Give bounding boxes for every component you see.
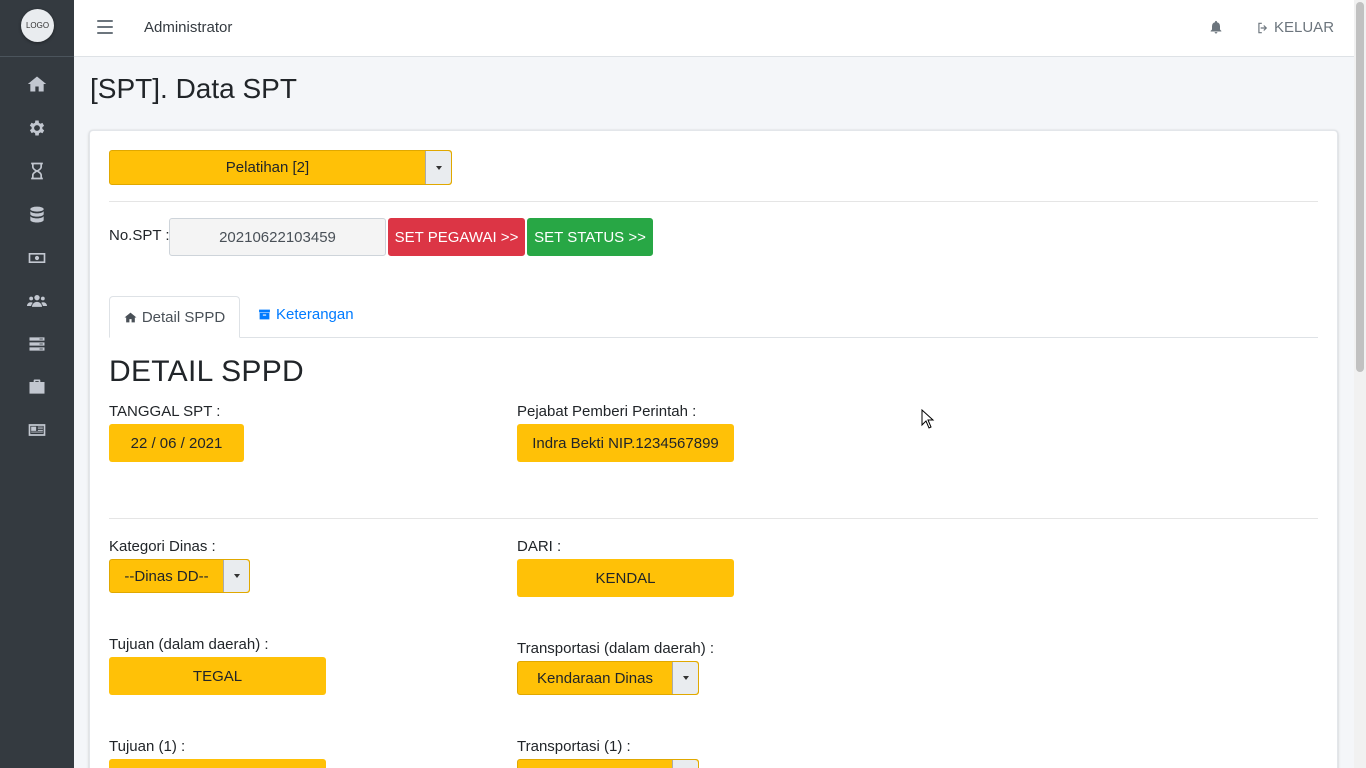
server-icon[interactable] bbox=[25, 332, 49, 356]
kategori-dinas-label: Kategori Dinas : bbox=[109, 538, 216, 555]
kategori-spt-value: Pelatihan [2] bbox=[225, 159, 310, 176]
hourglass-icon[interactable] bbox=[25, 159, 49, 183]
sidebar-divider bbox=[0, 56, 74, 57]
transportasi-dalam-select[interactable]: Kendaraan Dinas bbox=[517, 661, 699, 695]
gear-icon[interactable] bbox=[25, 116, 49, 140]
section-title: DETAIL SPPD bbox=[109, 355, 305, 388]
main-card: Pelatihan [2] No.SPT : 20210622103459 SE… bbox=[89, 130, 1338, 768]
scrollbar-thumb[interactable] bbox=[1356, 2, 1364, 372]
tujuan-dalam-label: Tujuan (dalam daerah) : bbox=[109, 636, 269, 653]
mouse-cursor-icon bbox=[921, 409, 935, 429]
kategori-spt-select[interactable]: Pelatihan [2] bbox=[109, 150, 452, 185]
pejabat-label: Pejabat Pemberi Perintah : bbox=[517, 403, 697, 420]
sign-out-icon bbox=[1258, 22, 1268, 33]
logo[interactable]: LOGO bbox=[21, 9, 54, 42]
bell-icon[interactable] bbox=[1208, 19, 1226, 37]
divider bbox=[109, 518, 1318, 519]
dari-field[interactable]: KENDAL bbox=[517, 559, 734, 597]
kategori-dinas-value: --Dinas DD-- bbox=[124, 567, 209, 585]
no-spt-input[interactable]: 20210622103459 bbox=[169, 218, 386, 256]
sidebar: LOGO bbox=[0, 0, 74, 768]
kategori-dinas-select[interactable]: --Dinas DD-- bbox=[109, 559, 250, 593]
set-pegawai-button[interactable]: SET PEGAWAI >> bbox=[388, 218, 525, 256]
menu-toggle-icon[interactable] bbox=[97, 20, 113, 36]
logout-label: KELUAR bbox=[1274, 19, 1335, 36]
set-status-button[interactable]: SET STATUS >> bbox=[527, 218, 653, 256]
top-navbar: Administrator KELUAR bbox=[74, 0, 1354, 57]
chevron-down-icon bbox=[672, 662, 698, 694]
newspaper-icon[interactable] bbox=[25, 418, 49, 442]
money-icon[interactable] bbox=[25, 246, 49, 270]
dari-label: DARI : bbox=[517, 538, 562, 555]
user-role-title: Administrator bbox=[144, 19, 233, 36]
transportasi-dalam-value: Kendaraan Dinas bbox=[537, 669, 653, 687]
tanggal-spt-field[interactable]: 22 / 06 / 2021 bbox=[109, 424, 244, 462]
no-spt-label: No.SPT : bbox=[109, 227, 170, 244]
tujuan1-field[interactable] bbox=[109, 759, 326, 768]
briefcase-icon[interactable] bbox=[25, 375, 49, 399]
tabs-divider bbox=[109, 337, 1318, 338]
divider bbox=[109, 201, 1318, 202]
chevron-down-icon bbox=[425, 151, 451, 184]
database-icon[interactable] bbox=[25, 203, 49, 227]
transportasi1-label: Transportasi (1) : bbox=[517, 738, 631, 755]
tab-keterangan-label: Keterangan bbox=[276, 306, 354, 323]
tujuan1-label: Tujuan (1) : bbox=[109, 738, 186, 755]
archive-icon bbox=[259, 309, 270, 320]
tanggal-spt-label: TANGGAL SPT : bbox=[109, 403, 221, 420]
users-icon[interactable] bbox=[25, 289, 49, 313]
chevron-down-icon bbox=[672, 760, 698, 768]
home-icon[interactable] bbox=[25, 72, 49, 96]
home-icon bbox=[124, 312, 137, 322]
logout-button[interactable]: KELUAR bbox=[1256, 19, 1334, 36]
tujuan-dalam-field[interactable]: TEGAL bbox=[109, 657, 326, 695]
tab-detail-sppd[interactable]: Detail SPPD bbox=[109, 296, 240, 338]
transportasi1-select[interactable] bbox=[517, 759, 699, 768]
tab-detail-sppd-label: Detail SPPD bbox=[141, 308, 226, 326]
chevron-down-icon bbox=[223, 560, 249, 592]
tab-keterangan[interactable]: Keterangan bbox=[258, 306, 354, 323]
page-scrollbar[interactable] bbox=[1354, 0, 1366, 768]
transportasi-dalam-label: Transportasi (dalam daerah) : bbox=[517, 640, 715, 657]
pejabat-field[interactable]: Indra Bekti NIP.1234567899 bbox=[517, 424, 734, 462]
page-title: [SPT]. Data SPT bbox=[90, 73, 297, 104]
